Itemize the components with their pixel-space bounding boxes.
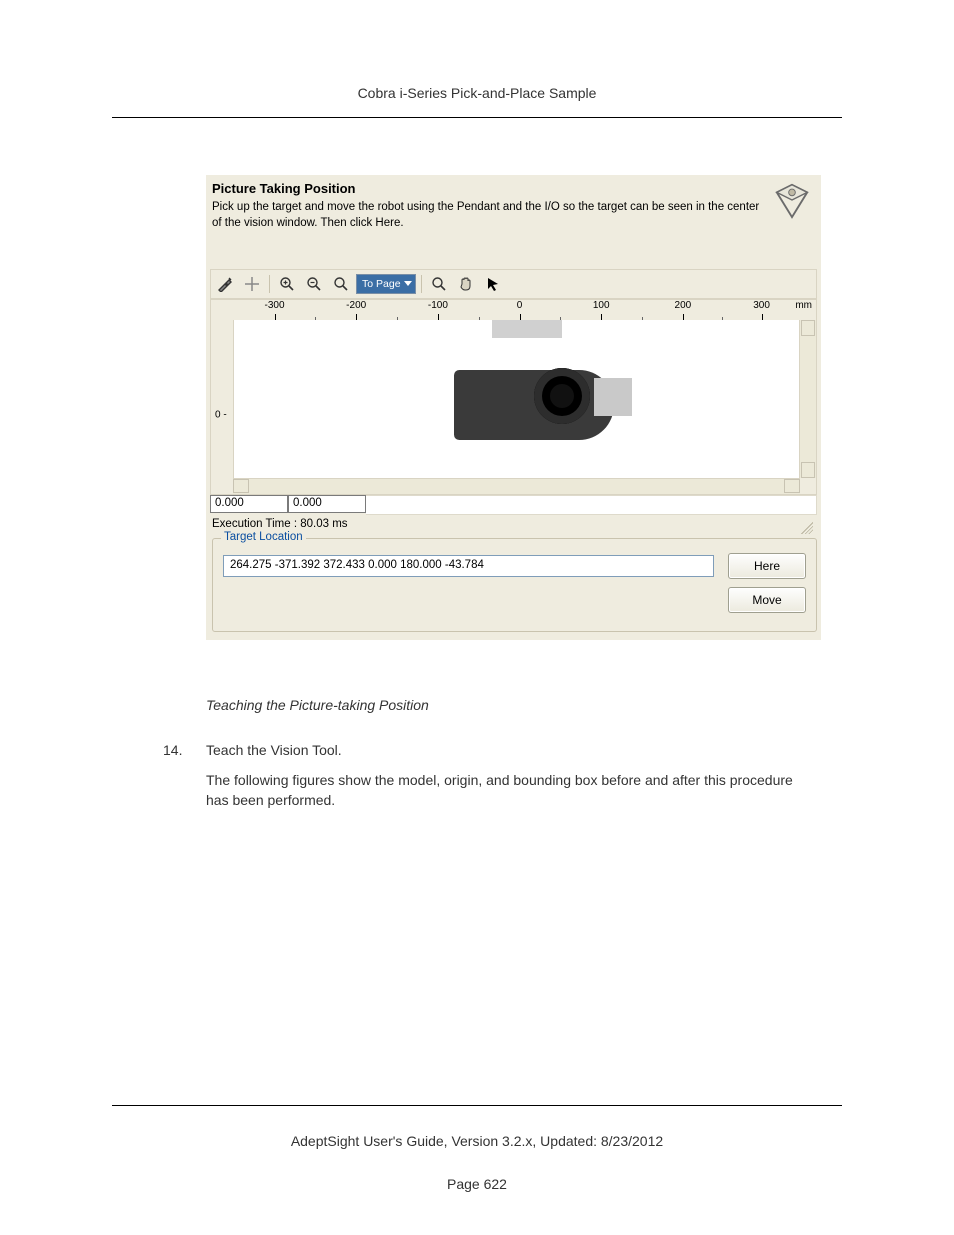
execution-time-label: Execution Time :: [212, 518, 297, 530]
step-number: 14.: [163, 742, 182, 758]
vision-viewport[interactable]: [233, 320, 800, 478]
move-button[interactable]: Move: [728, 587, 806, 613]
camera-image: [444, 320, 644, 470]
picture-taking-panel: Picture Taking Position Pick up the targ…: [206, 175, 821, 640]
step-title: Teach the Vision Tool.: [206, 742, 342, 758]
coord-y-field[interactable]: 0.000: [288, 495, 366, 513]
vertical-scrollbar[interactable]: [800, 320, 816, 478]
scroll-up-icon[interactable]: [801, 320, 815, 336]
doc-footer-line: AdeptSight User's Guide, Version 3.2.x, …: [112, 1133, 842, 1149]
scroll-left-icon[interactable]: [233, 479, 249, 493]
ruler-vertical: 0 -: [211, 320, 233, 478]
ruler-unit: mm: [795, 300, 812, 311]
footer-rule: [112, 1105, 842, 1106]
coord-rest: [366, 495, 817, 515]
zoom-window-icon[interactable]: [427, 273, 451, 295]
doc-header: Cobra i-Series Pick-and-Place Sample: [112, 85, 842, 101]
zoom-reset-icon[interactable]: [329, 273, 353, 295]
ruler-horizontal: mm -300 -200 -100 0 100 200 300: [211, 300, 816, 320]
figure-caption: Teaching the Picture-taking Position: [206, 697, 429, 713]
resize-grip-icon[interactable]: [801, 522, 813, 534]
pan-hand-icon[interactable]: [454, 273, 478, 295]
step-body: The following figures show the model, or…: [206, 770, 804, 811]
execution-time-value: 80.03 ms: [300, 518, 347, 530]
coord-x-field[interactable]: 0.000: [210, 495, 288, 513]
adept-logo-icon: [773, 181, 811, 219]
panel-title: Picture Taking Position: [212, 181, 767, 196]
scroll-down-icon[interactable]: [801, 462, 815, 478]
toolbar-separator: [421, 275, 422, 293]
target-location-group: Target Location 264.275 -371.392 372.433…: [212, 538, 817, 632]
target-location-legend: Target Location: [221, 531, 306, 543]
to-page-label: To Page: [362, 278, 401, 290]
pointer-icon[interactable]: [481, 273, 505, 295]
zoom-out-icon[interactable]: [302, 273, 326, 295]
here-button[interactable]: Here: [728, 553, 806, 579]
toolbar-separator: [269, 275, 270, 293]
target-location-field[interactable]: 264.275 -371.392 372.433 0.000 180.000 -…: [223, 555, 714, 577]
panel-description: Pick up the target and move the robot us…: [212, 200, 767, 231]
viewer-toolbar: To Page: [210, 269, 817, 299]
scroll-right-icon[interactable]: [784, 479, 800, 493]
crosshair-icon[interactable]: [240, 273, 264, 295]
header-rule: [112, 117, 842, 118]
doc-page-number: Page 622: [112, 1176, 842, 1192]
horizontal-scrollbar[interactable]: [233, 478, 800, 494]
config-icon[interactable]: [213, 273, 237, 295]
zoom-in-icon[interactable]: [275, 273, 299, 295]
to-page-dropdown[interactable]: To Page: [356, 274, 416, 294]
